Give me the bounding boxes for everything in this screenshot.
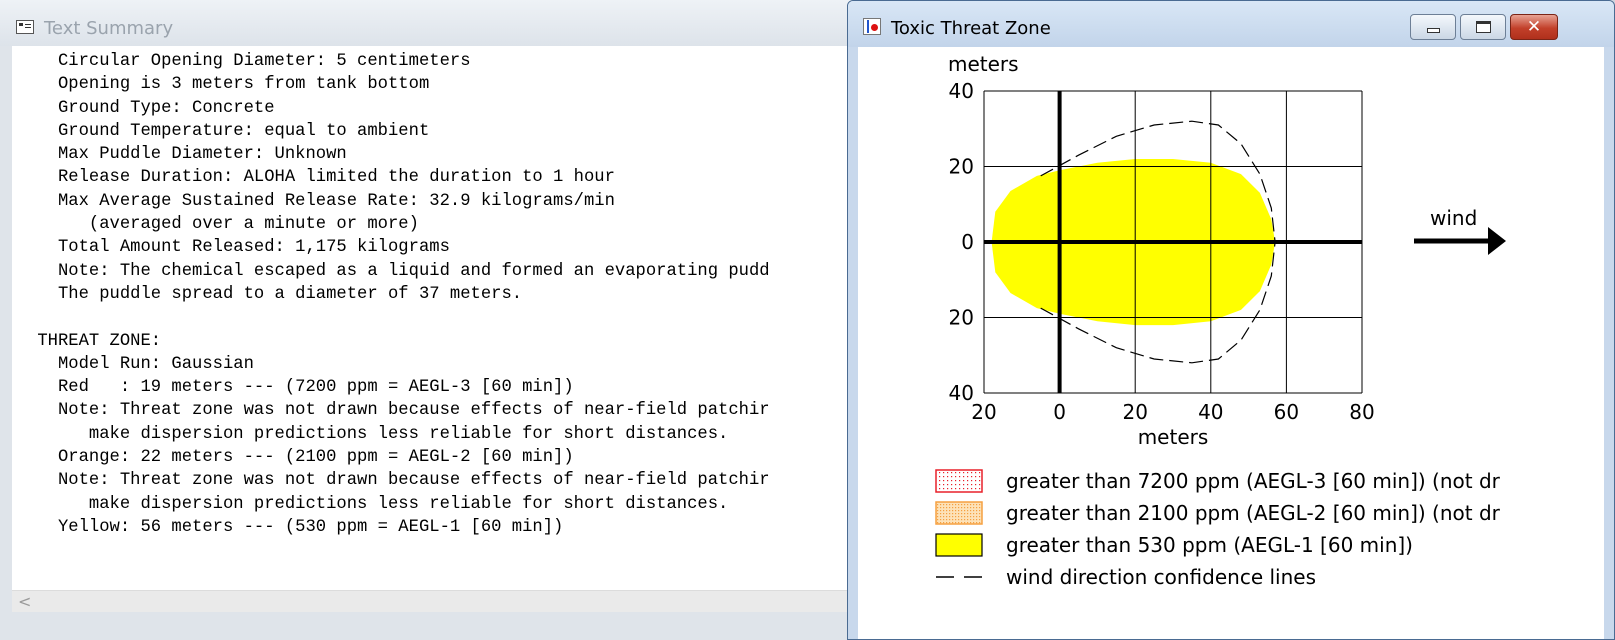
text-summary-title: Text Summary bbox=[44, 18, 174, 39]
legend-swatch-red bbox=[935, 469, 983, 493]
horizontal-scrollbar[interactable]: < bbox=[12, 590, 880, 613]
y-axis-title: meters bbox=[948, 52, 1019, 76]
y-tick-label: 0 bbox=[961, 230, 974, 254]
x-tick-label: 20 bbox=[971, 400, 996, 424]
legend-label: wind direction confidence lines bbox=[1006, 565, 1316, 589]
threat-zone-title: Toxic Threat Zone bbox=[891, 18, 1051, 39]
threat-zone-chart: meters40200204020 0 20 40 60 80meterswindgrea… bbox=[935, 52, 1506, 589]
y-tick-label: 40 bbox=[949, 381, 974, 405]
text-summary-window: Text Summary Circular Opening Diameter: … bbox=[0, 0, 880, 640]
close-button[interactable]: ✕ bbox=[1510, 14, 1558, 40]
legend-swatch-yellow bbox=[935, 533, 983, 557]
wind-arrow-icon bbox=[1488, 227, 1506, 255]
x-axis-title: meters bbox=[1138, 425, 1209, 449]
scroll-left-arrow-icon[interactable]: < bbox=[18, 592, 31, 611]
threat-zone-title-bar[interactable]: Toxic Threat Zone ✕ bbox=[848, 1, 1614, 47]
wind-label: wind bbox=[1430, 206, 1477, 230]
legend-swatch-orange bbox=[935, 501, 983, 525]
x-tick-label: 60 bbox=[1274, 400, 1299, 424]
x-tick-label: 20 bbox=[1122, 400, 1147, 424]
threat-zone-content: meters 40 20 0 20 40 20 0 20 40 60 80 meters wind grea… bbox=[858, 47, 1604, 639]
legend-label: greater than 2100 ppm (AEGL-2 [60 min]) … bbox=[1006, 501, 1501, 525]
text-summary-content[interactable]: Circular Opening Diameter: 5 centimeters… bbox=[12, 46, 880, 590]
maximize-button[interactable] bbox=[1460, 14, 1506, 40]
summary-text: Circular Opening Diameter: 5 centimeters… bbox=[37, 52, 770, 537]
x-tick-label: 80 bbox=[1349, 400, 1374, 424]
text-summary-title-bar[interactable]: Text Summary bbox=[0, 0, 880, 46]
threat-zone-app-icon bbox=[863, 18, 881, 35]
threat-zone-window: Toxic Threat Zone ✕ meters 40 20 0 20 40 20 0 20… bbox=[847, 0, 1615, 640]
legend-label: greater than 7200 ppm (AEGL-3 [60 min]) … bbox=[1006, 469, 1501, 493]
close-icon: ✕ bbox=[1526, 17, 1542, 37]
x-tick-label: 40 bbox=[1198, 400, 1223, 424]
y-tick-label: 40 bbox=[949, 79, 974, 103]
legend-label: greater than 530 ppm (AEGL-1 [60 min]) bbox=[1006, 533, 1413, 557]
y-tick-label: 20 bbox=[949, 306, 974, 330]
minimize-button[interactable] bbox=[1410, 14, 1456, 40]
x-tick-label: 0 bbox=[1053, 400, 1066, 424]
window-bottom-frame bbox=[0, 612, 880, 640]
app-window-icon bbox=[16, 20, 34, 34]
y-tick-label: 20 bbox=[949, 155, 974, 179]
